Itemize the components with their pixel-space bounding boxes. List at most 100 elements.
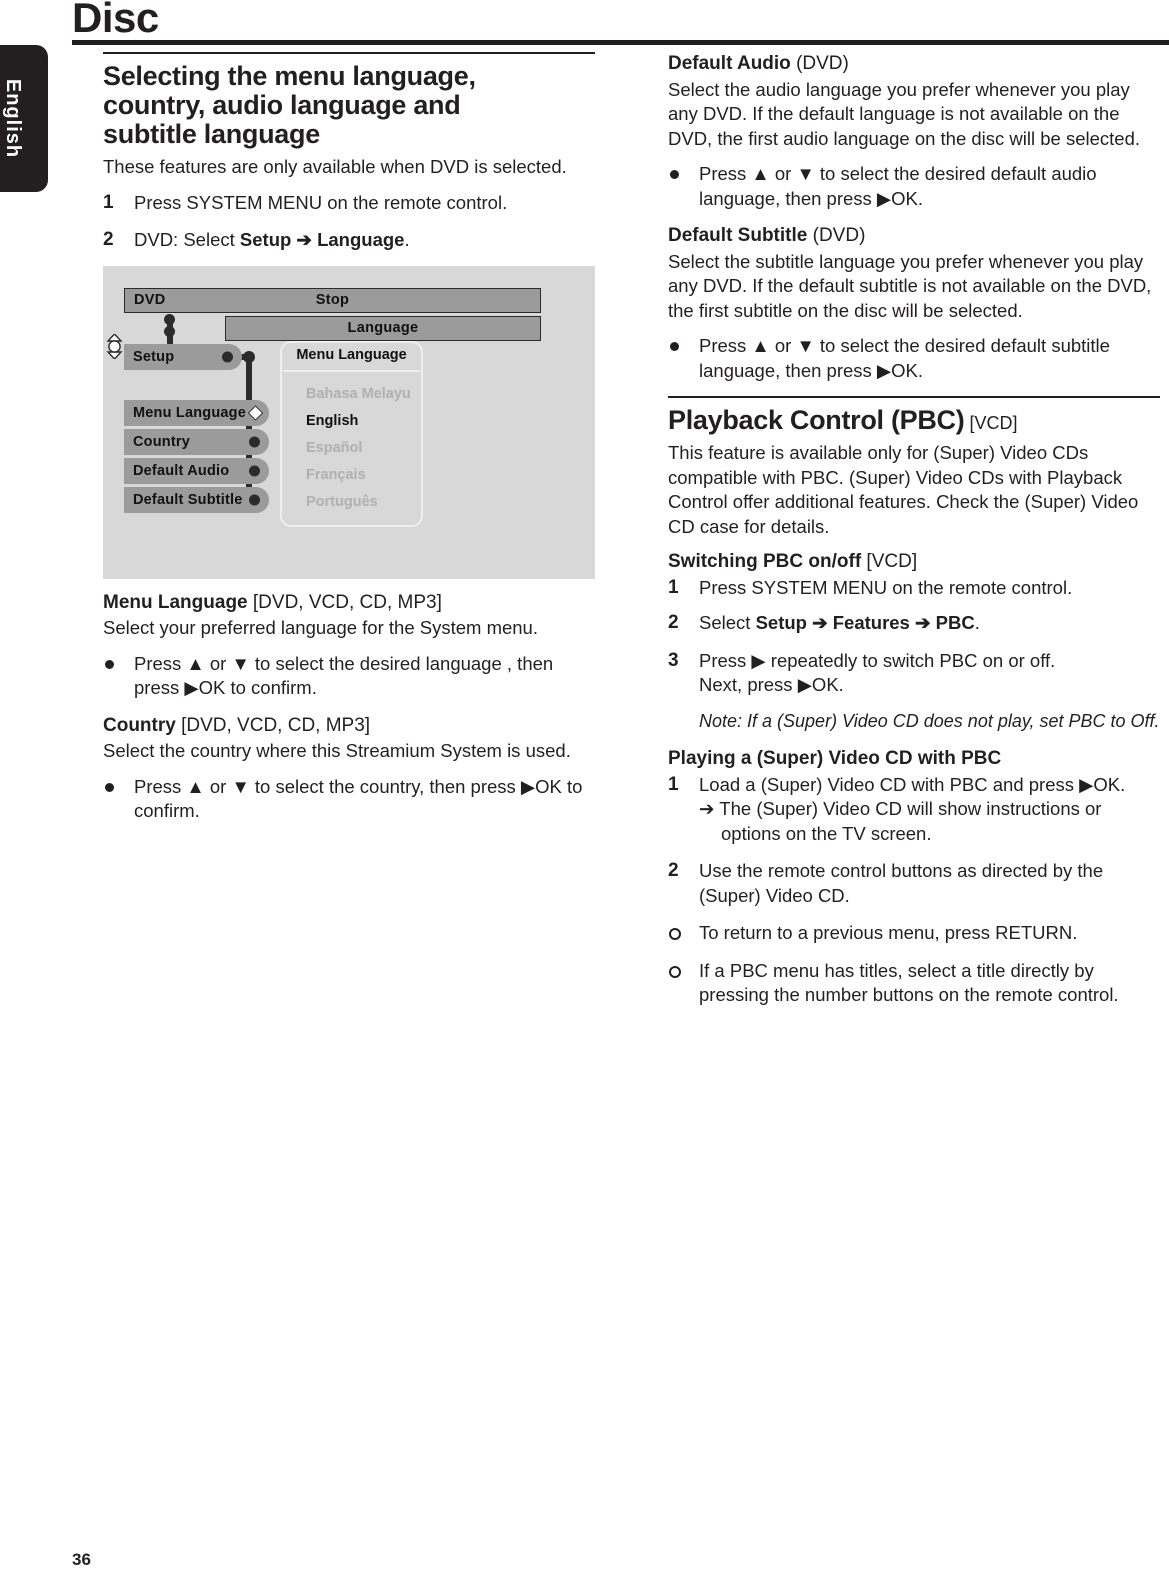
osd-menu-item-default-subtitle[interactable]: Default Subtitle	[124, 486, 269, 513]
bullet-item: If a PBC menu has titles, select a title…	[668, 959, 1160, 1008]
pbc-title-light: [VCD]	[964, 413, 1018, 433]
right-column: Default Audio (DVD) Select the audio lan…	[668, 52, 1160, 1021]
step-bold-pbc: PBC	[935, 612, 975, 633]
step-number: 2	[668, 860, 679, 881]
country-heading-light: [DVD, VCD, CD, MP3]	[175, 714, 371, 736]
section-title: Selecting the menu language, country, au…	[103, 62, 595, 149]
step-item: 2 Use the remote control buttons as dire…	[668, 859, 1160, 908]
pbc-description: This feature is available only for (Supe…	[668, 442, 1139, 537]
switching-pbc-heading-bold: Switching PBC on/off	[668, 551, 862, 572]
step-bold-setup: Setup	[239, 229, 292, 250]
page-number: 36	[72, 1550, 91, 1569]
step-bold-language: Language	[317, 229, 405, 250]
osd-option-item[interactable]: Français	[306, 467, 366, 483]
left-column: Selecting the menu language, country, au…	[103, 52, 595, 837]
osd-menu-item-label: Country	[133, 433, 190, 450]
bullet-item: Press ▲ or ▼ to select the desired defau…	[668, 162, 1160, 211]
filled-bullet-icon	[105, 782, 114, 792]
default-subtitle-block: Default Subtitle (DVD) Select the subtit…	[668, 224, 1160, 383]
arrow-glyph: ➔	[909, 612, 936, 633]
header-rule	[72, 40, 1169, 45]
osd-option-item-selected[interactable]: English	[306, 413, 358, 429]
playing-pbc-heading: Playing a (Super) Video CD with PBC	[668, 748, 1002, 769]
step-text-line2: Next, press ▶OK.	[699, 674, 844, 695]
osd-menu-dot-icon	[249, 465, 260, 476]
bullet-item: Press ▲ or ▼ to select the country, then…	[103, 775, 595, 824]
step-sub-result: ➔ The (Super) Video CD will show instruc…	[699, 798, 1102, 844]
osd-menu-item-label: Setup	[133, 348, 175, 365]
osd-menu-item-default-audio[interactable]: Default Audio	[124, 457, 269, 484]
default-audio-heading-bold: Default Audio	[668, 53, 791, 74]
menu-language-heading-bold: Menu Language	[103, 591, 248, 613]
osd-menu-item-menu-language[interactable]: Menu Language	[124, 399, 269, 426]
step-bold-setup: Setup	[755, 612, 807, 633]
default-subtitle-heading: Default Subtitle (DVD)	[668, 224, 1160, 249]
osd-status-bar: DVD Stop	[124, 287, 541, 313]
osd-option-item[interactable]: Português	[306, 494, 378, 510]
step-item: 1 Press SYSTEM MENU on the remote contro…	[668, 576, 1160, 601]
osd-menu-dot-icon	[249, 494, 260, 505]
osd-popup-divider	[283, 369, 420, 372]
step-text-suffix: .	[974, 612, 980, 633]
osd-menu-item-setup[interactable]: Setup	[124, 343, 242, 370]
osd-menu-item-label: Menu Language	[133, 404, 246, 421]
filled-bullet-icon	[670, 342, 679, 351]
step-text: Press SYSTEM MENU on the remote control.	[699, 576, 1073, 598]
filled-bullet-icon	[670, 170, 679, 179]
country-heading: Country [DVD, VCD, CD, MP3]	[103, 714, 595, 739]
step-item: 1 Load a (Super) Video CD with PBC and p…	[668, 773, 1160, 847]
section-rule	[103, 52, 595, 54]
osd-menu-item-label: Default Subtitle	[133, 491, 243, 508]
country-block: Country [DVD, VCD, CD, MP3] Select the c…	[103, 714, 595, 824]
filled-bullet-icon	[105, 659, 114, 669]
default-audio-block: Default Audio (DVD) Select the audio lan…	[668, 52, 1160, 211]
step-number: 2	[668, 612, 679, 633]
step-item: 3 Press ▶ repeatedly to switch PBC on or…	[668, 649, 1160, 698]
default-subtitle-heading-bold: Default Subtitle	[668, 225, 808, 246]
step-number: 2	[103, 229, 114, 250]
osd-popup-title: Menu Language	[296, 346, 407, 363]
osd-submenu-bar: Language	[225, 315, 541, 341]
language-tab-label: English	[2, 78, 24, 159]
arrow-glyph: ➔	[291, 229, 318, 250]
step-number: 1	[668, 576, 679, 598]
step-number: 1	[103, 191, 114, 213]
step-text-suffix: .	[404, 229, 410, 250]
osd-menu-dot-icon	[222, 351, 233, 362]
osd-submenu-label: Language	[347, 320, 419, 336]
step-text-prefix: DVD: Select	[134, 229, 240, 250]
step-text: Load a (Super) Video CD with PBC and pre…	[699, 773, 1126, 795]
up-down-cursor-icon	[106, 333, 123, 359]
pbc-section-rule	[668, 396, 1160, 398]
menu-language-heading: Menu Language [DVD, VCD, CD, MP3]	[103, 591, 595, 616]
arrow-glyph: ➔	[806, 612, 833, 633]
default-subtitle-heading-light: (DVD)	[807, 225, 866, 246]
default-audio-description: Select the audio language you prefer whe…	[668, 78, 1141, 149]
step-number: 3	[668, 649, 679, 671]
step-text: Use the remote control buttons as direct…	[699, 860, 1104, 906]
bullet-text: Press ▲ or ▼ to select the country, then…	[134, 775, 583, 822]
default-audio-heading-light: (DVD)	[790, 53, 849, 74]
default-subtitle-description: Select the subtitle language you prefer …	[668, 250, 1152, 321]
country-heading-bold: Country	[103, 714, 176, 736]
step-text-prefix: Select	[699, 612, 756, 633]
step-text-line1: Press ▶ repeatedly to switch PBC on or o…	[699, 649, 1056, 671]
osd-option-item[interactable]: Español	[306, 440, 362, 456]
osd-menu-diamond-icon	[247, 404, 264, 421]
osd-menu-item-country[interactable]: Country	[124, 428, 269, 455]
country-description: Select the country where this Streamium …	[103, 740, 571, 761]
menu-language-block: Menu Language [DVD, VCD, CD, MP3] Select…	[103, 591, 595, 701]
switching-pbc-heading-light: [VCD]	[861, 551, 918, 572]
bullet-text: To return to a previous menu, press RETU…	[699, 922, 1078, 943]
bullet-text: If a PBC menu has titles, select a title…	[699, 959, 1119, 1006]
page-title: Disc	[72, 0, 159, 41]
hollow-bullet-icon	[669, 928, 681, 940]
hollow-bullet-icon	[669, 965, 681, 978]
osd-option-item[interactable]: Bahasa Melayu	[306, 386, 411, 402]
osd-diagram: DVD Stop Language Setup Menu Language Co…	[103, 265, 595, 579]
section-title-line3: subtitle language	[103, 119, 320, 149]
step-bold-features: Features	[832, 612, 910, 633]
pbc-section-title: Playback Control (PBC) [VCD]	[668, 406, 1160, 438]
bullet-item: Press ▲ or ▼ to select the desired langu…	[103, 652, 595, 701]
section-intro: These features are only available when D…	[103, 156, 567, 177]
